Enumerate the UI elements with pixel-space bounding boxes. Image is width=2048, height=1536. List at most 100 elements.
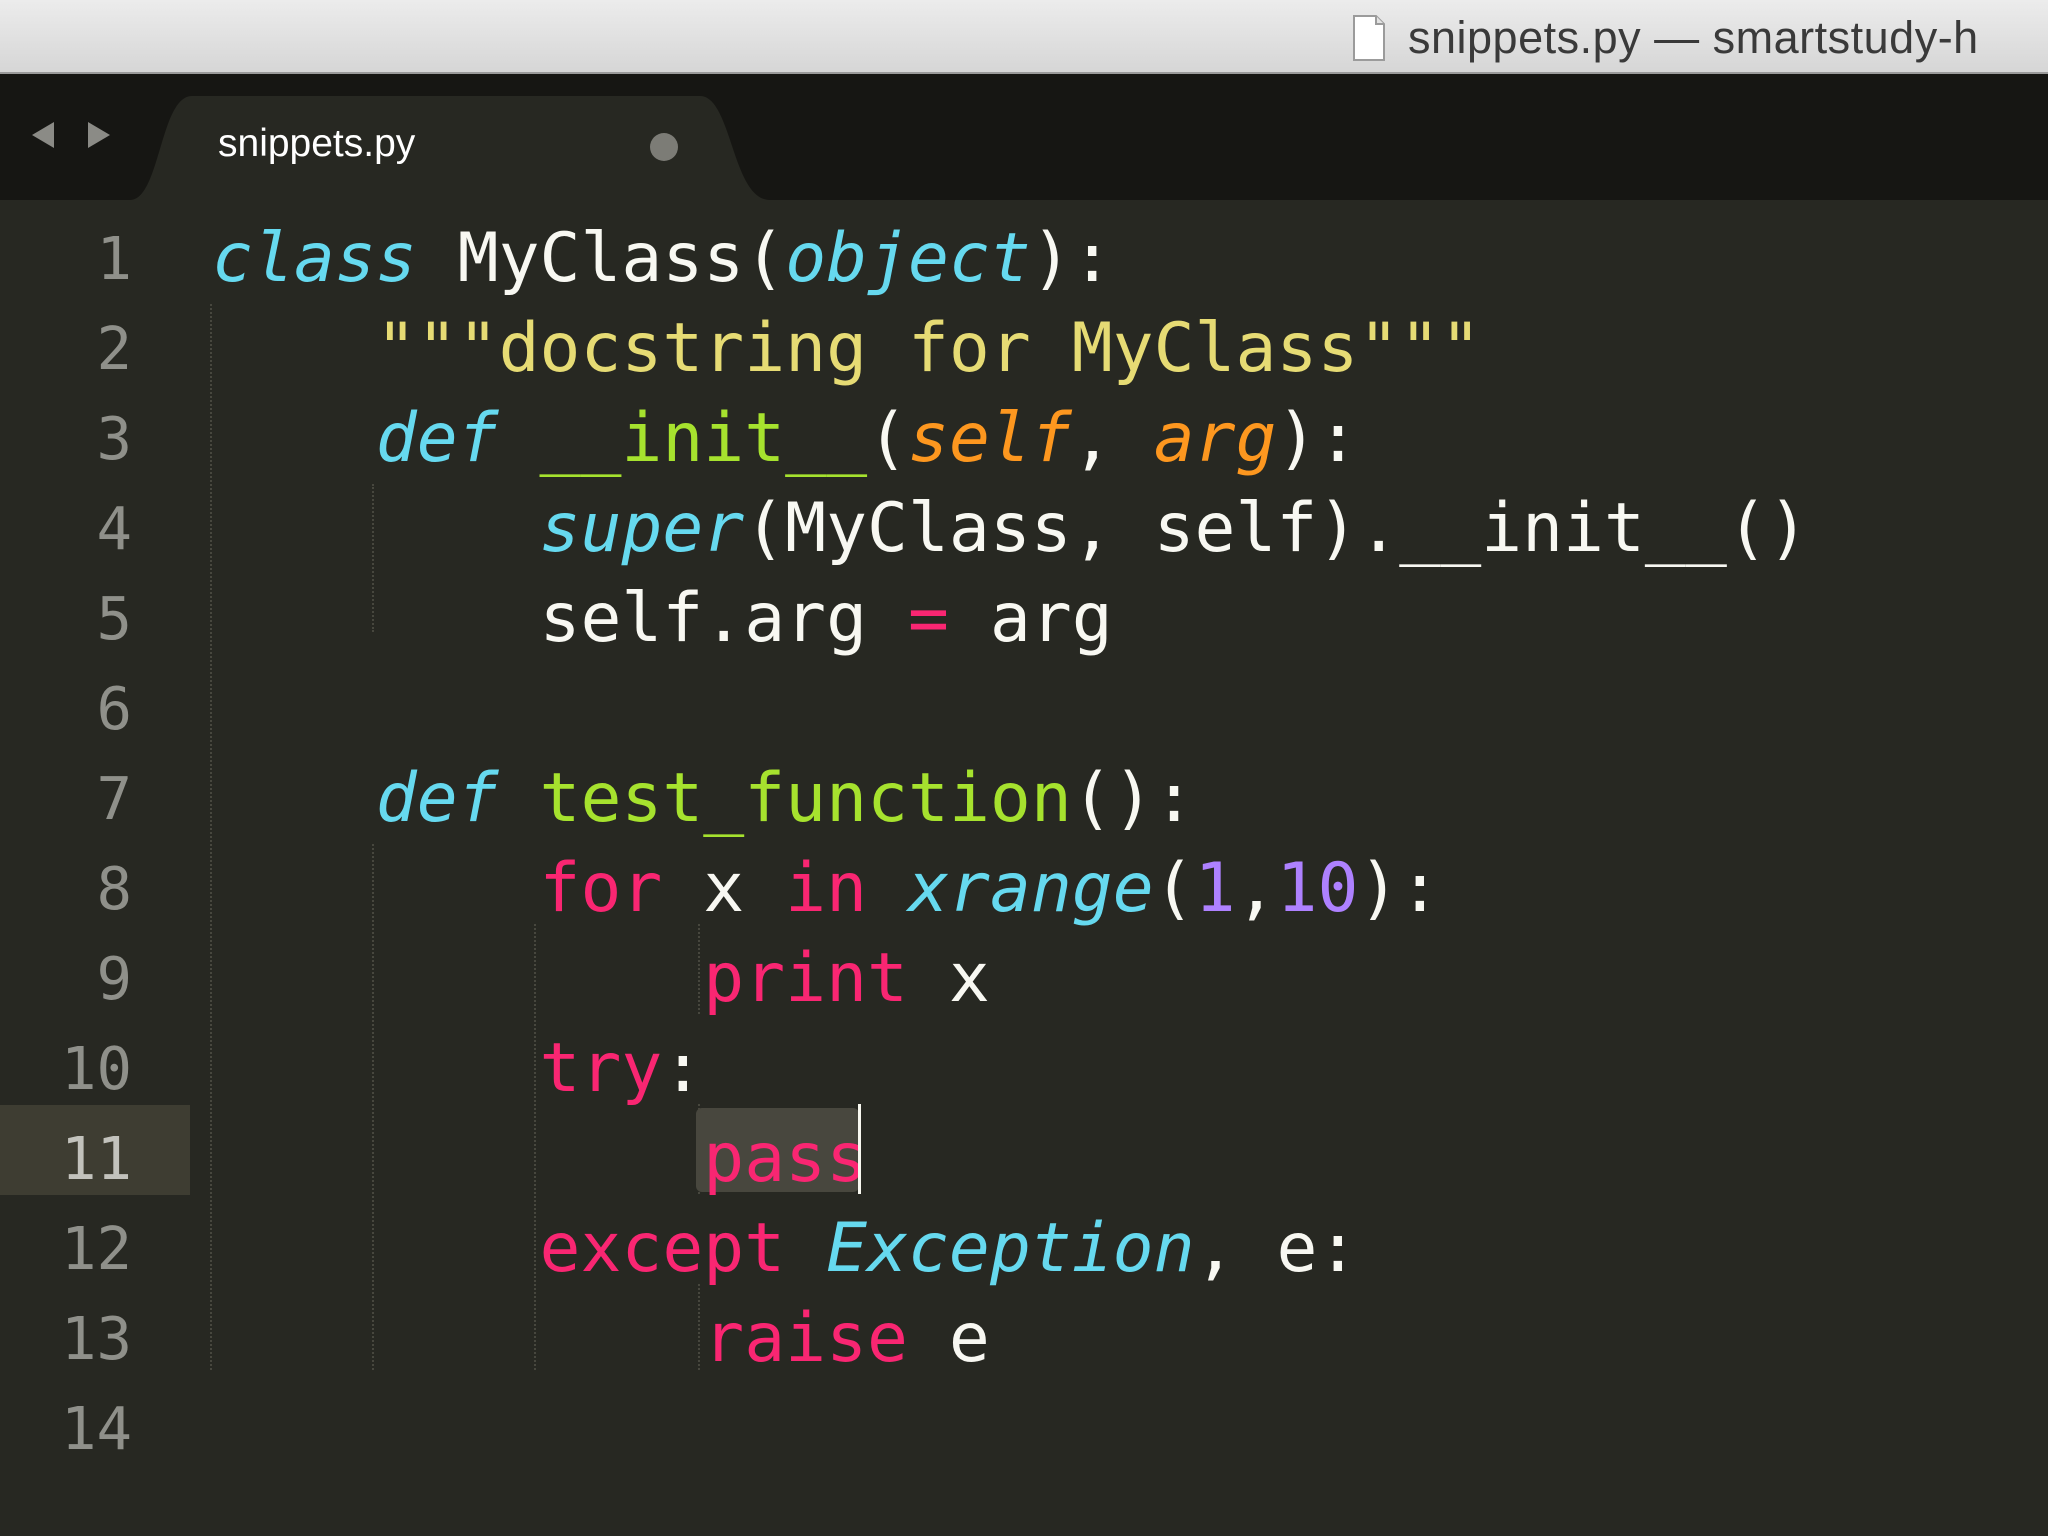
editor-window: snippets.py — smartstudy-h snippets.py 1… <box>0 0 2048 1536</box>
code-text[interactable]: def test_function(): <box>212 754 1195 844</box>
tab-label[interactable]: snippets.py <box>218 122 415 166</box>
code-text[interactable]: except Exception, e: <box>212 1204 1359 1294</box>
code-token: ( <box>867 399 909 478</box>
code-text[interactable]: pass <box>212 1114 867 1204</box>
code-token: def <box>375 399 499 478</box>
code-token: (MyClass, self).__init__() <box>744 489 1809 568</box>
code-token: Exception <box>826 1209 1195 1288</box>
arrow-left-icon[interactable] <box>26 118 60 152</box>
line-number: 6 <box>96 674 132 743</box>
line-number: 9 <box>96 944 132 1013</box>
code-token: test_function <box>539 759 1072 838</box>
code-token: try <box>539 1029 663 1108</box>
line-number: 1 <box>96 224 132 293</box>
tab-bar: snippets.py <box>0 74 2048 200</box>
code-token: pass <box>703 1119 868 1198</box>
code-token: arg <box>1153 399 1277 478</box>
code-token: x <box>907 939 990 1018</box>
code-token: , <box>1071 399 1154 478</box>
line-number: 8 <box>96 854 132 923</box>
code-token: object <box>785 219 1031 298</box>
code-line[interactable]: 14 <box>0 1384 2048 1474</box>
code-line[interactable]: 5 self.arg = arg <box>0 574 2048 664</box>
code-text[interactable]: class MyClass(object): <box>212 214 1113 304</box>
code-text[interactable]: try: <box>212 1024 704 1114</box>
code-token: self.arg <box>539 579 908 658</box>
code-token: , e: <box>1194 1209 1359 1288</box>
code-text[interactable]: """docstring for MyClass""" <box>212 304 1481 394</box>
code-token: print <box>703 939 908 1018</box>
code-token: super <box>539 489 745 568</box>
title-bar[interactable]: snippets.py — smartstudy-h <box>0 0 2048 74</box>
line-number: 14 <box>60 1394 132 1463</box>
line-number: 10 <box>60 1034 132 1103</box>
code-token: 1 <box>1194 849 1236 928</box>
code-line[interactable]: 6 <box>0 664 2048 754</box>
code-token: e <box>907 1299 990 1378</box>
line-number: 13 <box>60 1304 132 1373</box>
code-token: in <box>785 849 868 928</box>
code-text[interactable]: self.arg = arg <box>212 574 1113 664</box>
code-token: x <box>662 849 786 928</box>
code-text[interactable]: raise e <box>212 1294 990 1384</box>
code-editor[interactable]: 1 class MyClass(object): 2 """docstring fo… <box>0 200 2048 1536</box>
code-token: except <box>539 1209 786 1288</box>
code-token: """docstring for MyClass""" <box>375 309 1482 388</box>
code-token: MyClass <box>457 219 745 298</box>
code-token: for <box>539 849 663 928</box>
code-line[interactable]: 8 for x in xrange(1,10): <box>0 844 2048 934</box>
code-token: ): <box>1030 219 1113 298</box>
code-line[interactable]: 9 print x <box>0 934 2048 1024</box>
line-number: 2 <box>96 314 132 383</box>
code-line[interactable]: 12 except Exception, e: <box>0 1204 2048 1294</box>
code-token: ( <box>1153 849 1195 928</box>
code-text[interactable]: def __init__(self, arg): <box>212 394 1359 484</box>
code-text[interactable]: print x <box>212 934 990 1024</box>
line-number: 5 <box>96 584 132 653</box>
code-token: class <box>212 219 417 298</box>
code-text[interactable]: super(MyClass, self).__init__() <box>212 484 1809 574</box>
code-token: ): <box>1276 399 1359 478</box>
code-token: ( <box>744 219 786 298</box>
code-line[interactable]: 11 pass <box>0 1114 2048 1204</box>
unsaved-dot-icon[interactable] <box>650 133 678 161</box>
code-text[interactable]: for x in xrange(1,10): <box>212 844 1441 934</box>
code-token: self <box>908 399 1072 478</box>
code-token: raise <box>703 1299 908 1378</box>
code-line[interactable]: 10 try: <box>0 1024 2048 1114</box>
code-token: arg <box>948 579 1113 658</box>
tab-navigation <box>26 118 116 152</box>
code-token: __init__ <box>539 399 868 478</box>
line-number: 4 <box>96 494 132 563</box>
code-token: ): <box>1358 849 1441 928</box>
code-line[interactable]: 2 """docstring for MyClass""" <box>0 304 2048 394</box>
code-token: , <box>1235 849 1277 928</box>
code-line[interactable]: 4 super(MyClass, self).__init__() <box>0 484 2048 574</box>
code-line[interactable]: 3 def __init__(self, arg): <box>0 394 2048 484</box>
code-line[interactable]: 1 class MyClass(object): <box>0 214 2048 304</box>
code-line[interactable]: 13 raise e <box>0 1294 2048 1384</box>
line-number: 12 <box>60 1214 132 1283</box>
document-icon <box>1353 15 1385 61</box>
code-token: def <box>375 759 499 838</box>
title-group: snippets.py — smartstudy-h <box>1352 8 1979 68</box>
code-token: 10 <box>1276 849 1359 928</box>
code-line[interactable]: 7 def test_function(): <box>0 754 2048 844</box>
window-title: snippets.py — smartstudy-h <box>1408 12 1979 63</box>
code-token: (): <box>1071 759 1195 838</box>
arrow-right-icon[interactable] <box>82 118 116 152</box>
